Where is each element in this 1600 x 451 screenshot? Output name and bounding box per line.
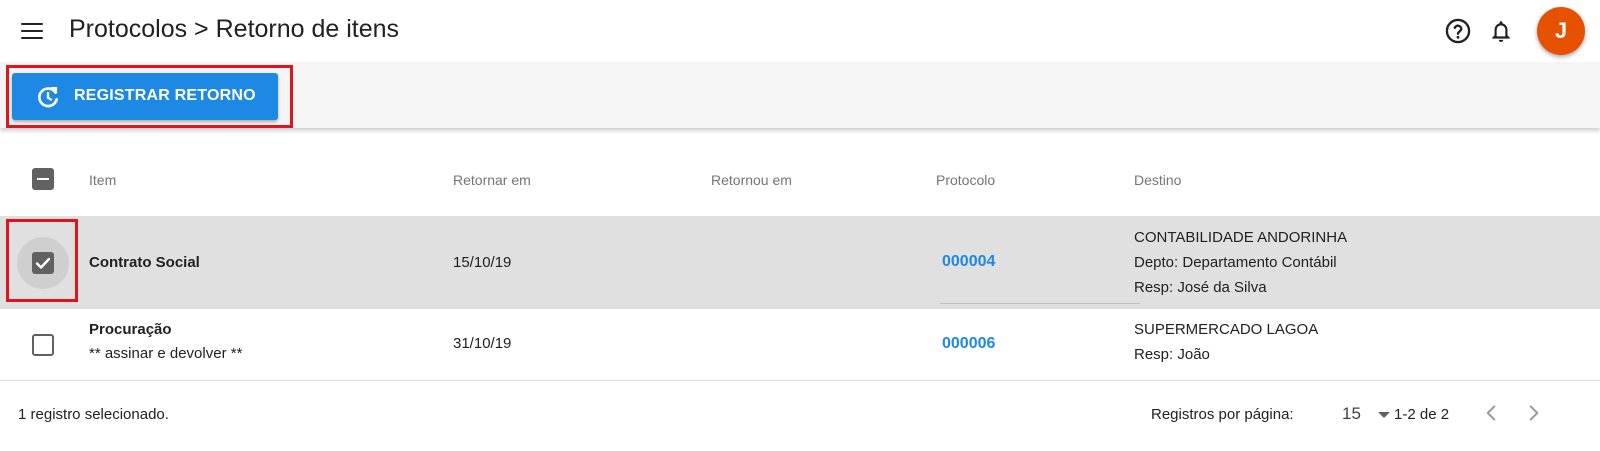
chevron-right-icon[interactable] <box>1521 400 1547 426</box>
user-avatar[interactable]: J <box>1537 7 1585 55</box>
column-header-destination[interactable]: Destino <box>1134 172 1181 188</box>
bell-icon[interactable] <box>1488 17 1514 45</box>
table-header-row: Item Retornar em Retornou em Protocolo D… <box>0 140 1600 217</box>
return-by-date: 31/10/19 <box>453 335 512 352</box>
return-by-date: 15/10/19 <box>453 254 512 271</box>
register-return-button[interactable]: REGISTRAR RETORNO <box>12 73 278 120</box>
hamburger-menu-icon[interactable] <box>18 18 46 44</box>
column-header-return-by[interactable]: Retornar em <box>453 172 531 188</box>
help-circle-icon[interactable] <box>1444 17 1472 45</box>
app-header: Protocolos > Retorno de itens J <box>0 0 1600 62</box>
column-header-returned-on[interactable]: Retornou em <box>711 172 792 188</box>
protocol-link[interactable]: 000004 <box>942 253 995 271</box>
refresh-icon <box>34 83 62 111</box>
table-footer: 1 registro selecionado. Registros por pá… <box>0 382 1600 451</box>
row-checkbox-unchecked[interactable] <box>32 334 54 356</box>
destination-department: Depto: Departamento Contábil <box>1134 254 1337 271</box>
select-all-checkbox[interactable] <box>32 168 54 190</box>
column-header-protocol[interactable]: Protocolo <box>936 172 995 188</box>
table-row[interactable]: Procuração ** assinar e devolver ** 31/1… <box>0 309 1600 381</box>
item-note: ** assinar e devolver ** <box>89 345 243 362</box>
destination-responsible: Resp: José da Silva <box>1134 279 1267 296</box>
item-name: Procuração <box>89 321 172 338</box>
caret-down-icon[interactable] <box>1378 412 1390 418</box>
register-return-label: REGISTRAR RETORNO <box>74 87 256 104</box>
selection-status: 1 registro selecionado. <box>18 406 169 423</box>
page-title: Protocolos > Retorno de itens <box>69 15 400 43</box>
destination-company: SUPERMERCADO LAGOA <box>1134 321 1319 338</box>
item-name: Contrato Social <box>89 254 200 271</box>
rows-per-page-select[interactable]: 15 <box>1342 404 1361 424</box>
destination-cell: CONTABILIDADE ANDORINHA Depto: Departame… <box>1134 225 1347 300</box>
destination-responsible: Resp: João <box>1134 346 1210 363</box>
destination-cell: SUPERMERCADO LAGOA Resp: João <box>1134 317 1318 367</box>
table-row[interactable]: Contrato Social 15/10/19 000004 CONTABIL… <box>0 217 1600 309</box>
protocol-link[interactable]: 000006 <box>942 335 995 353</box>
highlight-annotation <box>6 219 78 302</box>
column-header-item[interactable]: Item <box>89 172 116 188</box>
destination-company: CONTABILIDADE ANDORINHA <box>1134 229 1348 246</box>
rows-per-page-label: Registros por página: <box>1151 406 1294 423</box>
page-range: 1-2 de 2 <box>1394 406 1450 423</box>
divider <box>940 303 1140 304</box>
chevron-left-icon[interactable] <box>1478 400 1504 426</box>
